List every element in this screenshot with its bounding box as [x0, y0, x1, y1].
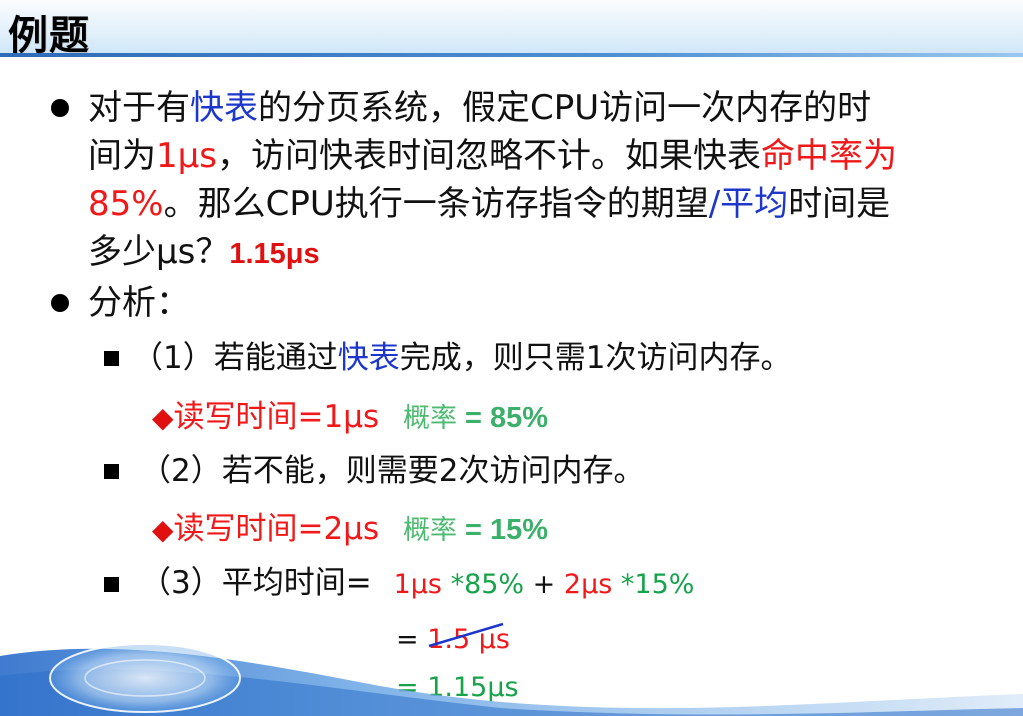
title-bar: 例题 [0, 0, 1023, 59]
question-line-4: 多少μs？1.15μs [88, 232, 320, 272]
question-line-3: 85%。那么CPU执行一条访存指令的期望/平均时间是 [88, 184, 891, 224]
step-3: （3）平均时间= 1μs *85% + 2μs *15% [140, 565, 695, 601]
diamond-icon: ◆ [152, 401, 174, 434]
analysis-heading: 分析： [88, 283, 190, 323]
square-bullet-icon [104, 577, 119, 592]
keyword-tlb: 快表 [337, 340, 400, 376]
keyword-tlb: 快表 [190, 88, 258, 128]
keyword-average: /平均 [708, 184, 789, 224]
step-1-detail: ◆读写时间=1μs 概率 = 85% [152, 399, 549, 435]
bullet-icon [51, 99, 69, 117]
square-bullet-icon [104, 351, 119, 366]
square-bullet-icon [104, 464, 119, 479]
diamond-icon: ◆ [152, 513, 174, 546]
hit-rate-value: 85% [88, 184, 164, 224]
step-2: （2）若不能，则需要2次访问内存。 [140, 453, 645, 489]
answer-value: 1.15μs [229, 238, 320, 270]
memory-access-time: 1μs [156, 136, 217, 176]
question-line-2: 间为1μs，访问快表时间忽略不计。如果快表命中率为 [88, 136, 897, 176]
bullet-icon [51, 294, 69, 312]
keyword-hit-rate: 命中率为 [760, 136, 897, 176]
question-line-1: 对于有快表的分页系统，假定CPU访问一次内存的时 [88, 88, 872, 128]
step-1: （1）若能通过快表完成，则只需1次访问内存。 [132, 340, 792, 376]
step-2-detail: ◆读写时间=2μs 概率 = 15% [152, 511, 549, 547]
title-underline [0, 53, 1023, 57]
decorative-wave [0, 643, 1023, 716]
